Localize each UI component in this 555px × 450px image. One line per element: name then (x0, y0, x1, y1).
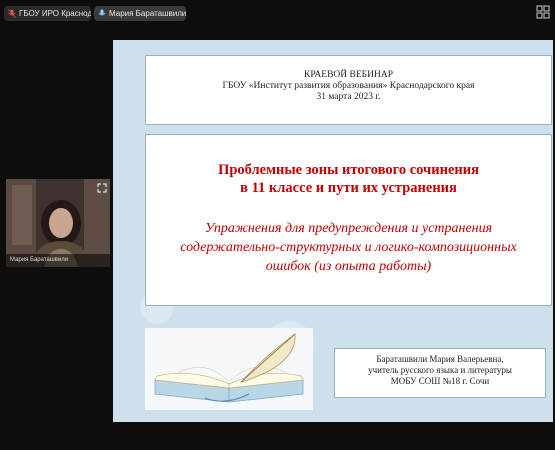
microphone-icon (98, 9, 106, 16)
participants-bar: ГБОУ ИРО Краснод... Мария Бараташвили (0, 0, 555, 26)
participant-chip[interactable]: ГБОУ ИРО Краснод... (4, 6, 91, 21)
slide-header-box: КРАЕВОЙ ВЕБИНАР ГБОУ «Институт развития … (145, 55, 552, 125)
header-line: КРАЕВОЙ ВЕБИНАР (304, 70, 393, 80)
video-participant-name: Мария Бараташвили (6, 254, 110, 267)
expand-icon[interactable] (97, 183, 107, 193)
author-position: учитель русского языка и литературы (368, 365, 512, 375)
participant-name: ГБОУ ИРО Краснод... (19, 9, 91, 18)
subtitle-line: содержательно-структурных и логико-компо… (180, 240, 517, 255)
book-and-quill-illustration (145, 328, 313, 410)
slide-title: Проблемные зоны итогового сочинения в 11… (146, 161, 551, 197)
author-box: Бараташвили Мария Валерьевна, учитель ру… (334, 348, 546, 398)
layout-grid-icon[interactable] (536, 5, 550, 19)
header-line: 31 марта 2023 г. (316, 92, 381, 102)
participant-name: Мария Бараташвили (109, 9, 186, 18)
title-line: Проблемные зоны итогового сочинения (218, 162, 479, 178)
slide-title-box: Проблемные зоны итогового сочинения в 11… (145, 134, 552, 306)
participant-video-tile[interactable]: Мария Бараташвили (6, 179, 110, 267)
header-line: ГБОУ «Институт развития образования» Кра… (222, 81, 475, 91)
subtitle-line: Упражнения для предупреждения и устранен… (204, 221, 493, 236)
author-name: Бараташвили Мария Валерьевна, (376, 354, 504, 364)
subtitle-line: ошибок (из опыта работы) (265, 259, 432, 274)
participant-chip[interactable]: Мария Бараташвили (94, 6, 186, 21)
author-school: МОБУ СОШ №18 г. Сочи (390, 376, 490, 386)
slide-subtitle: Упражнения для предупреждения и устранен… (146, 219, 551, 276)
microphone-muted-icon (8, 9, 16, 18)
title-line: в 11 классе и пути их устранения (240, 180, 457, 196)
